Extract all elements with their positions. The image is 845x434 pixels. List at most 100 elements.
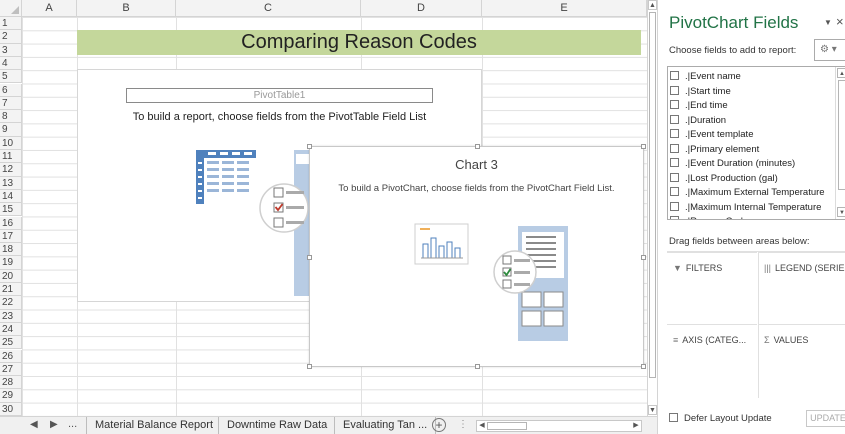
field-checkbox[interactable] (670, 100, 679, 109)
row-header[interactable]: 27 (0, 362, 22, 377)
field-list-item[interactable]: .|Event name (670, 70, 741, 84)
resize-handle[interactable] (641, 255, 646, 260)
row-header[interactable]: 11 (0, 150, 22, 164)
field-checkbox[interactable] (670, 187, 679, 196)
row-header[interactable]: 10 (0, 136, 22, 150)
defer-layout-update-row[interactable]: Defer Layout Update (669, 413, 772, 424)
column-header-c[interactable]: C (176, 0, 361, 17)
row-header[interactable]: 23 (0, 309, 22, 323)
field-checkbox[interactable] (670, 216, 679, 219)
row-header[interactable]: 21 (0, 283, 22, 297)
scroll-right-arrow-icon[interactable]: ▶ (631, 421, 641, 431)
row-header[interactable]: 14 (0, 189, 22, 204)
spreadsheet[interactable]: A B C D E 1 2 3 4 5 6 7 8 9 10 11 12 13 14 15 16 17 18 19 2… (0, 0, 657, 434)
row-header[interactable]: 16 (0, 216, 22, 230)
more-sheets-button[interactable]: ... (68, 418, 77, 430)
field-checkbox[interactable] (670, 85, 679, 95)
row-header[interactable]: 6 (0, 83, 22, 97)
row-header[interactable]: 30 (0, 402, 22, 416)
field-list-item[interactable]: .|End time (670, 99, 728, 113)
field-list-item[interactable]: .|Duration (670, 114, 726, 128)
resize-handle[interactable] (307, 255, 312, 260)
field-list-item[interactable]: .|Lost Production (gal) (670, 172, 778, 186)
column-header-e[interactable]: E (482, 0, 647, 17)
row-header[interactable]: 8 (0, 110, 22, 124)
field-list-item[interactable]: .|Reason Code (670, 215, 748, 219)
horizontal-scrollbar[interactable]: ◀ ▶ (476, 420, 642, 432)
field-list[interactable]: .|Event name .|Start time .|End time .|Dura… (667, 66, 845, 220)
row-header[interactable]: 5 (0, 70, 22, 84)
chart-placeholder[interactable]: Chart 3 To build a PivotChart, choose fi… (307, 144, 646, 369)
row-header[interactable]: 25 (0, 336, 22, 350)
field-checkbox[interactable] (670, 114, 679, 124)
next-sheet-icon[interactable]: ▶ (50, 419, 58, 430)
field-checkbox[interactable] (670, 158, 679, 167)
row-header[interactable]: 1 (0, 17, 22, 31)
field-checkbox[interactable] (670, 172, 679, 182)
row-header[interactable]: 3 (0, 43, 22, 57)
row-header[interactable]: 24 (0, 322, 22, 337)
sheet-title[interactable]: Comparing Reason Codes (77, 30, 641, 55)
field-list-item[interactable]: .|Maximum External Temperature (670, 186, 825, 200)
row-header[interactable]: 9 (0, 123, 22, 137)
update-button[interactable]: UPDATE (806, 410, 845, 427)
row-header[interactable]: 17 (0, 229, 22, 244)
column-header-a[interactable]: A (22, 0, 77, 17)
sheet-tab-evaluating-tan[interactable]: Evaluating Tan ... (334, 417, 437, 434)
pane-options-dropdown-icon[interactable]: ▼ (824, 18, 832, 27)
filters-area[interactable]: ▼ FILTERS (667, 252, 757, 324)
values-area[interactable]: Σ VALUES (758, 324, 845, 396)
add-sheet-icon[interactable]: + (432, 418, 446, 432)
field-checkbox[interactable] (670, 143, 679, 153)
vertical-scroll-thumb[interactable] (649, 12, 656, 378)
field-checkbox[interactable] (670, 71, 679, 80)
close-icon[interactable]: × (836, 14, 844, 29)
field-list-item[interactable]: .|Event template (670, 128, 753, 142)
legend-series-area[interactable]: |||LEGEND (SERIES) (758, 252, 845, 324)
column-header-d[interactable]: D (361, 0, 482, 17)
resize-handle[interactable] (307, 144, 312, 149)
resize-handle[interactable] (307, 364, 312, 369)
prev-sheet-icon[interactable]: ◀ (30, 419, 38, 430)
sheet-tab-material-balance[interactable]: Material Balance Report (86, 417, 222, 434)
vertical-scrollbar[interactable]: ▲ ▼ (647, 0, 657, 416)
row-header[interactable]: 19 (0, 256, 22, 270)
gear-icon[interactable]: ⚙ ▾ (814, 39, 845, 61)
field-list-scrollbar[interactable]: ▲ ▼ (835, 67, 845, 219)
field-list-item[interactable]: .|Maximum Internal Temperature (670, 201, 821, 215)
scroll-up-arrow-icon[interactable]: ▲ (648, 0, 657, 10)
row-header[interactable]: 7 (0, 96, 22, 111)
horizontal-scroll-thumb[interactable] (487, 422, 527, 430)
field-checkbox[interactable] (670, 201, 679, 211)
scroll-down-arrow-icon[interactable]: ▼ (648, 405, 657, 415)
select-all-corner[interactable] (0, 0, 22, 17)
row-header[interactable]: 18 (0, 243, 22, 257)
scroll-up-arrow-icon[interactable]: ▲ (837, 68, 845, 78)
column-header-b[interactable]: B (77, 0, 176, 17)
resize-handle[interactable] (641, 144, 646, 149)
resize-handle[interactable] (475, 144, 480, 149)
scroll-left-arrow-icon[interactable]: ◀ (477, 421, 487, 431)
row-header[interactable]: 4 (0, 56, 22, 71)
axis-categories-area[interactable]: ≡ AXIS (CATEG... (667, 324, 757, 396)
row-header[interactable]: 15 (0, 203, 22, 217)
field-list-item[interactable]: .|Start time (670, 85, 731, 99)
row-header[interactable]: 22 (0, 296, 22, 310)
row-header[interactable]: 29 (0, 389, 22, 403)
field-list-item[interactable]: .|Primary element (670, 143, 759, 157)
row-header[interactable]: 28 (0, 376, 22, 390)
field-checkbox[interactable] (670, 129, 679, 138)
row-header[interactable]: 13 (0, 176, 22, 190)
sheet-tab-downtime-raw-data[interactable]: Downtime Raw Data (218, 417, 336, 434)
row-header[interactable]: 26 (0, 349, 22, 363)
field-list-item[interactable]: .|Event Duration (minutes) (670, 157, 795, 171)
row-header[interactable]: 12 (0, 163, 22, 177)
scroll-down-arrow-icon[interactable]: ▼ (837, 207, 845, 217)
resize-handle[interactable] (475, 364, 480, 369)
resize-handle[interactable] (641, 364, 646, 369)
field-list-scroll-thumb[interactable] (838, 80, 845, 190)
row-header[interactable]: 2 (0, 30, 22, 44)
tab-splitter-icon[interactable]: ⋮ (458, 419, 468, 430)
row-header[interactable]: 20 (0, 269, 22, 283)
defer-layout-checkbox[interactable] (669, 413, 678, 422)
